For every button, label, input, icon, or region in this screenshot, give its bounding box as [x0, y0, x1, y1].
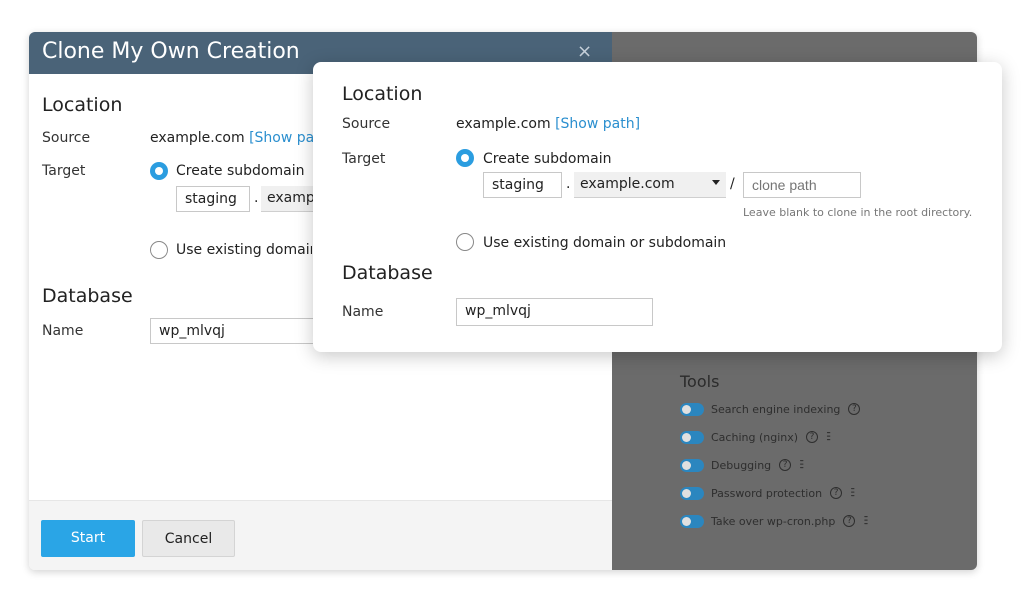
settings-sliders-icon[interactable]: ⫶⫶⫶	[799, 458, 804, 473]
clone-path-input[interactable]	[743, 172, 861, 198]
dialog-title: Clone My Own Creation	[42, 39, 300, 64]
card-database-heading: Database	[342, 262, 433, 284]
dialog-footer: Start Cancel	[29, 500, 612, 570]
tool-label: Debugging	[711, 458, 772, 472]
caching-toggle[interactable]	[680, 430, 704, 444]
card-db-name-input[interactable]: wp_mlvqj	[456, 298, 653, 326]
search-indexing-toggle[interactable]	[680, 402, 704, 416]
cancel-button[interactable]: Cancel	[142, 520, 235, 557]
source-domain: example.com	[150, 130, 245, 146]
card-db-name-label: Name	[342, 304, 384, 320]
target-label: Target	[42, 163, 86, 179]
settings-sliders-icon[interactable]: ⫶⫶⫶	[850, 486, 855, 501]
settings-sliders-icon[interactable]: ⫶⫶⫶	[826, 430, 831, 445]
card-existing-domain-label: Use existing domain or subdomain	[483, 235, 727, 251]
tool-row-caching: Caching (nginx) ? ⫶⫶⫶	[680, 428, 831, 446]
chevron-down-icon	[712, 180, 720, 185]
existing-domain-label: Use existing domain or subdomain	[176, 242, 312, 258]
card-domain-select[interactable]: example.com	[574, 172, 726, 198]
tool-label: Search engine indexing	[711, 402, 841, 416]
database-heading: Database	[42, 285, 133, 307]
dot-separator: .	[254, 190, 259, 206]
help-icon[interactable]: ?	[843, 515, 856, 527]
card-source-label: Source	[342, 116, 391, 132]
clone-path-hint: Leave blank to clone in the root directo…	[743, 206, 973, 219]
create-subdomain-radio[interactable]	[150, 162, 168, 180]
help-icon[interactable]: ?	[779, 459, 792, 471]
card-create-subdomain-label: Create subdomain	[483, 151, 612, 167]
tool-row-wp-cron: Take over wp-cron.php ? ⫶⫶⫶	[680, 512, 868, 530]
debugging-toggle[interactable]	[680, 458, 704, 472]
tool-label: Password protection	[711, 486, 823, 500]
existing-domain-radio[interactable]	[150, 241, 168, 259]
card-slash-separator: /	[730, 176, 735, 192]
start-button[interactable]: Start	[41, 520, 135, 557]
tool-row-debugging: Debugging ? ⫶⫶⫶	[680, 456, 804, 474]
card-target-label: Target	[342, 151, 386, 167]
card-subdomain-input[interactable]: staging	[483, 172, 562, 198]
domain-select[interactable]: example.com	[261, 186, 321, 212]
card-dot-separator: .	[566, 176, 571, 192]
tool-row-password: Password protection ? ⫶⫶⫶	[680, 484, 855, 502]
tools-heading: Tools	[680, 372, 720, 391]
source-value: example.com [Show path]	[150, 130, 334, 146]
db-name-input[interactable]: wp_mlvqj	[150, 318, 315, 344]
subdomain-input[interactable]: staging	[176, 186, 250, 212]
close-icon[interactable]: ×	[577, 41, 592, 62]
help-icon[interactable]: ?	[848, 403, 861, 415]
card-show-path-link[interactable]: [Show path]	[555, 116, 640, 132]
tool-label: Caching (nginx)	[711, 430, 799, 444]
card-create-subdomain-radio[interactable]	[456, 149, 474, 167]
card-source-value: example.com [Show path]	[456, 116, 640, 132]
db-name-label: Name	[42, 323, 84, 339]
tool-label: Take over wp-cron.php	[711, 514, 836, 528]
location-heading: Location	[42, 94, 123, 116]
help-icon[interactable]: ?	[830, 487, 843, 499]
zoomed-form-card: Location Source example.com [Show path] …	[313, 62, 1002, 352]
card-location-heading: Location	[342, 83, 423, 105]
tool-row-search-indexing: Search engine indexing ?	[680, 400, 868, 418]
settings-sliders-icon[interactable]: ⫶⫶⫶	[863, 514, 868, 529]
help-icon[interactable]: ?	[806, 431, 819, 443]
password-protection-toggle[interactable]	[680, 486, 704, 500]
create-subdomain-label: Create subdomain	[176, 163, 305, 179]
card-domain-select-value: example.com	[580, 176, 675, 192]
wp-cron-toggle[interactable]	[680, 514, 704, 528]
source-label: Source	[42, 130, 91, 146]
card-source-domain: example.com	[456, 116, 551, 132]
card-existing-domain-radio[interactable]	[456, 233, 474, 251]
